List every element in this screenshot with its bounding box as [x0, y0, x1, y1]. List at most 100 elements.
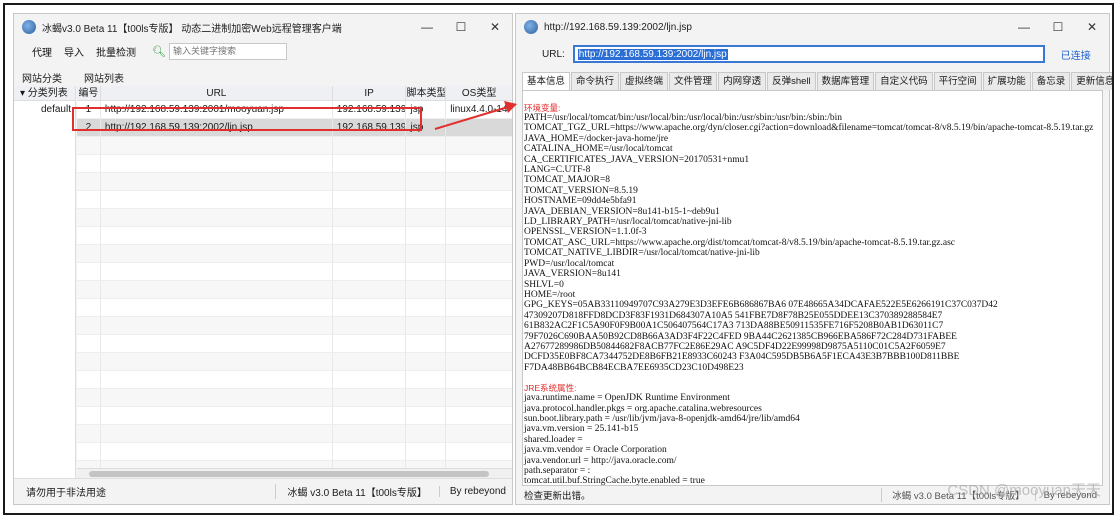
empty-cell: [101, 389, 333, 406]
row-type: jsp: [406, 119, 447, 136]
col-script-type[interactable]: 脚本类型: [406, 86, 447, 100]
table-row[interactable]: 1 http://192.168.59.139:2001/mooyuan.jsp…: [77, 101, 512, 119]
empty-cell: [77, 407, 101, 424]
env-line: TOMCAT_VERSION=8.5.19: [524, 185, 638, 196]
empty-row: [77, 209, 512, 227]
empty-cell: [333, 137, 407, 154]
empty-cell: [77, 353, 101, 370]
col-url[interactable]: URL: [101, 86, 333, 100]
env-line: CATALINA_HOME=/usr/local/tomcat: [524, 144, 673, 155]
search-input[interactable]: [168, 42, 287, 60]
env-section-title: 环境变量:: [524, 103, 561, 113]
maximize-button[interactable]: ☐: [1041, 14, 1075, 40]
env-line: 61B832AC2F1C5A90F0F9B00A1C506407564C17A3…: [524, 321, 944, 332]
tab-0[interactable]: 基本信息: [522, 72, 571, 91]
empty-cell: [333, 371, 407, 388]
empty-cell: [101, 299, 333, 316]
table-row-selected[interactable]: 2 http://192.168.59.139:2002/ljn.jsp 192…: [77, 119, 512, 137]
tab-7[interactable]: 自定义代码: [875, 72, 933, 90]
col-ip[interactable]: IP: [333, 86, 407, 100]
empty-row: [77, 371, 512, 389]
env-line: A27677289986DB50844682F8ACB77FC2E86E29AC…: [524, 341, 946, 352]
site-table: 编号 URL IP 脚本类型 OS类型 1 http://192.168.59.…: [77, 86, 512, 478]
category-tree-header[interactable]: ▾ 分类列表: [14, 86, 75, 101]
jre-line: sun.boot.library.path = /usr/lib/jvm/jav…: [524, 413, 800, 424]
tab-8[interactable]: 平行空间: [933, 72, 982, 90]
function-tabs: 基本信息 命令执行 虚拟终端 文件管理 内网穿透 反弹shell 数据库管理 自定义代码 平行空…: [522, 72, 1112, 91]
empty-cell: [446, 281, 512, 298]
horizontal-scrollbar[interactable]: [77, 468, 512, 478]
tab-6[interactable]: 数据库管理: [816, 72, 875, 90]
col-os-type[interactable]: OS类型: [446, 86, 512, 100]
import-menu[interactable]: 导入: [64, 44, 84, 59]
env-line: JAVA_HOME=/docker-java-home/jre: [524, 133, 669, 144]
minimize-button[interactable]: —: [410, 14, 444, 40]
env-line: TOMCAT_MAJOR=8: [524, 175, 610, 186]
empty-cell: [406, 155, 447, 172]
tab-5[interactable]: 反弹shell: [767, 72, 816, 90]
env-line: 79F7026C690BAA50B92CD8B66A3AD3F4F22C4FED…: [524, 331, 957, 342]
tab-9[interactable]: 扩展功能: [982, 72, 1031, 90]
category-default[interactable]: default: [14, 101, 75, 118]
empty-cell: [101, 281, 333, 298]
tab-4[interactable]: 内网穿透: [718, 72, 767, 90]
basic-info-panel: 环境变量: PATH=/usr/local/tomcat/bin:/usr/lo…: [522, 90, 1103, 486]
minimize-button[interactable]: —: [1007, 14, 1041, 40]
empty-row: [77, 443, 512, 461]
close-button[interactable]: ✕: [1075, 14, 1109, 40]
empty-cell: [101, 371, 333, 388]
search-box: 🔍︎: [152, 42, 287, 60]
col-id[interactable]: 编号: [77, 86, 101, 100]
empty-cell: [406, 209, 447, 226]
scrollbar-thumb[interactable]: [89, 471, 489, 477]
url-input[interactable]: http://192.168.59.139:2002/ljn.jsp: [572, 45, 1045, 63]
empty-cell: [101, 137, 333, 154]
tab-11[interactable]: 更新信息: [1071, 72, 1112, 90]
main-window: 冰蝎v3.0 Beta 11【t00ls专版】 动态二进制加密Web远程管理客户…: [13, 13, 513, 505]
empty-cell: [77, 335, 101, 352]
row-ip: 192.168.59.139: [333, 119, 407, 136]
table-header: 编号 URL IP 脚本类型 OS类型: [77, 86, 512, 101]
tab-2[interactable]: 虚拟终端: [620, 72, 669, 90]
empty-row: [77, 137, 512, 155]
empty-cell: [333, 425, 407, 442]
jre-line: java.protocol.handler.pkgs = org.apache.…: [524, 403, 762, 414]
empty-cell: [406, 137, 447, 154]
empty-cell: [446, 407, 512, 424]
empty-cell: [77, 317, 101, 334]
row-os: linux4.4.0-14: [450, 104, 508, 115]
empty-row: [77, 173, 512, 191]
empty-cell: [446, 353, 512, 370]
empty-cell: [333, 263, 407, 280]
main-window-title: 冰蝎v3.0 Beta 11【t00ls专版】 动态二进制加密Web远程管理客户…: [42, 23, 342, 35]
connection-status: 已连接: [1060, 50, 1091, 62]
empty-row: [77, 281, 512, 299]
tab-10[interactable]: 备忘录: [1031, 72, 1071, 90]
empty-cell: [77, 281, 101, 298]
empty-cell: [446, 389, 512, 406]
shell-window-title: http://192.168.59.139:2002/ljn.jsp: [544, 21, 692, 33]
empty-cell: [101, 353, 333, 370]
empty-cell: [406, 389, 447, 406]
env-line: F7DA48BB64BCB84ECBA7EE6935CD23C10D498E23: [524, 362, 744, 373]
close-button[interactable]: ✕: [478, 14, 512, 40]
empty-cell: [101, 263, 333, 280]
main-statusbar: 请勿用于非法用途 冰蝎 v3.0 Beta 11【t00ls专版】 By reb…: [14, 478, 512, 504]
proxy-menu[interactable]: 代理: [32, 44, 52, 59]
tab-3[interactable]: 文件管理: [669, 72, 718, 90]
row-ip: 192.168.59.139: [333, 101, 407, 118]
empty-cell: [333, 209, 407, 226]
empty-cell: [406, 299, 447, 316]
env-line: TOMCAT_TGZ_URL=https://www.apache.org/dy…: [524, 123, 1094, 134]
empty-cell: [333, 155, 407, 172]
empty-row: [77, 299, 512, 317]
jre-lines: java.runtime.name = OpenJDK Runtime Envi…: [524, 393, 1102, 485]
batch-check-menu[interactable]: 批量检测: [96, 44, 136, 59]
empty-cell: [333, 407, 407, 424]
empty-cell: [333, 443, 407, 460]
empty-cell: [446, 191, 512, 208]
empty-row: [77, 317, 512, 335]
maximize-button[interactable]: ☐: [444, 14, 478, 40]
empty-row: [77, 407, 512, 425]
tab-1[interactable]: 命令执行: [571, 72, 620, 90]
